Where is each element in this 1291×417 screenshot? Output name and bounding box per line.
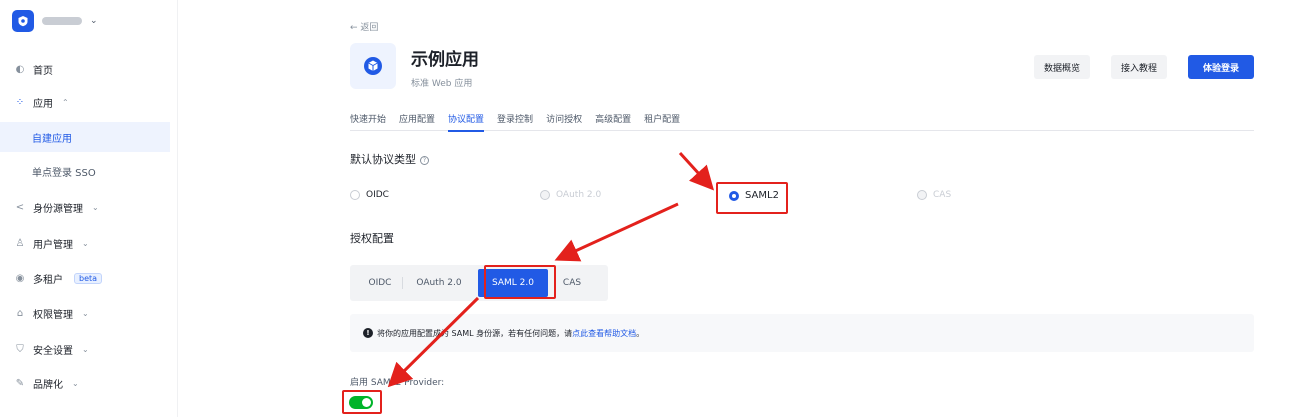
arrow-to-saml2-radio xyxy=(678,151,715,191)
arrow-to-saml2-segment xyxy=(554,202,679,262)
arrow-to-toggle xyxy=(387,296,480,388)
annotation-arrows xyxy=(387,151,715,388)
